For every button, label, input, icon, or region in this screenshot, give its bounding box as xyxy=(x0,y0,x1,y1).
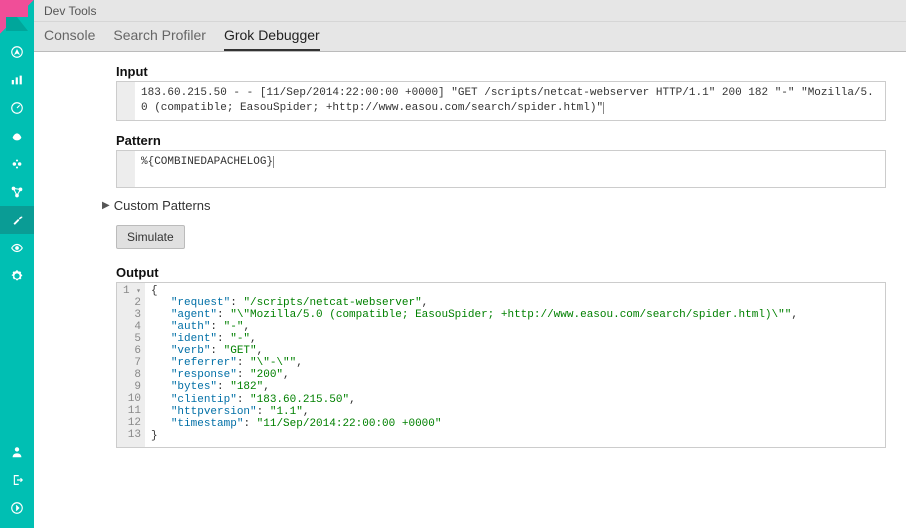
gear-icon xyxy=(10,269,24,283)
nav-discover[interactable] xyxy=(0,38,34,66)
tab-search-profiler[interactable]: Search Profiler xyxy=(113,21,206,51)
nav-monitoring[interactable] xyxy=(0,234,34,262)
timelion-icon xyxy=(10,129,24,143)
main: Dev Tools Console Search Profiler Grok D… xyxy=(34,0,906,528)
compass-icon xyxy=(10,45,24,59)
nav-graph[interactable] xyxy=(0,178,34,206)
bar-chart-icon xyxy=(10,73,24,87)
pattern-label: Pattern xyxy=(116,133,886,148)
eye-icon xyxy=(10,241,24,255)
input-value: 183.60.215.50 - - [11/Sep/2014:22:00:00 … xyxy=(135,82,885,120)
user-icon xyxy=(10,445,24,459)
custom-patterns-label: Custom Patterns xyxy=(114,198,211,213)
input-label: Input xyxy=(116,64,886,79)
pattern-gutter xyxy=(117,151,135,187)
output-box: 1 ▾2345678910111213 { "request": "/scrip… xyxy=(116,282,886,448)
wrench-icon xyxy=(10,213,24,227)
nav-management[interactable] xyxy=(0,262,34,290)
tab-console[interactable]: Console xyxy=(44,21,95,51)
tab-grok-debugger[interactable]: Grok Debugger xyxy=(224,21,320,51)
dashboard-icon xyxy=(10,101,24,115)
content: Input 183.60.215.50 - - [11/Sep/2014:22:… xyxy=(34,52,906,528)
nav-timelion[interactable] xyxy=(0,122,34,150)
sidebar-top xyxy=(0,38,34,290)
nav-ml[interactable] xyxy=(0,150,34,178)
ml-icon xyxy=(10,157,24,171)
output-label: Output xyxy=(116,265,886,280)
input-textarea[interactable]: 183.60.215.50 - - [11/Sep/2014:22:00:00 … xyxy=(116,81,886,121)
sidebar xyxy=(0,0,34,528)
app-title: Dev Tools xyxy=(34,0,906,22)
nav-logout[interactable] xyxy=(0,466,34,494)
nav-dashboard[interactable] xyxy=(0,94,34,122)
chevron-right-icon: ▶ xyxy=(102,200,110,211)
graph-icon xyxy=(10,185,24,199)
pattern-value: %{COMBINEDAPACHELOG} xyxy=(135,151,885,187)
kibana-logo[interactable] xyxy=(0,0,34,34)
nav-visualize[interactable] xyxy=(0,66,34,94)
collapse-icon xyxy=(10,501,24,515)
output-gutter: 1 ▾2345678910111213 xyxy=(117,283,145,447)
nav-account[interactable] xyxy=(0,438,34,466)
sidebar-bottom xyxy=(0,438,34,522)
custom-patterns-toggle[interactable]: ▶ Custom Patterns xyxy=(102,198,886,213)
logout-icon xyxy=(10,473,24,487)
input-gutter xyxy=(117,82,135,120)
pattern-textarea[interactable]: %{COMBINEDAPACHELOG} xyxy=(116,150,886,188)
nav-devtools[interactable] xyxy=(0,206,34,234)
simulate-button[interactable]: Simulate xyxy=(116,225,185,249)
tabs: Console Search Profiler Grok Debugger xyxy=(34,22,906,52)
output-code[interactable]: { "request": "/scripts/netcat-webserver"… xyxy=(145,283,804,447)
nav-collapse[interactable] xyxy=(0,494,34,522)
